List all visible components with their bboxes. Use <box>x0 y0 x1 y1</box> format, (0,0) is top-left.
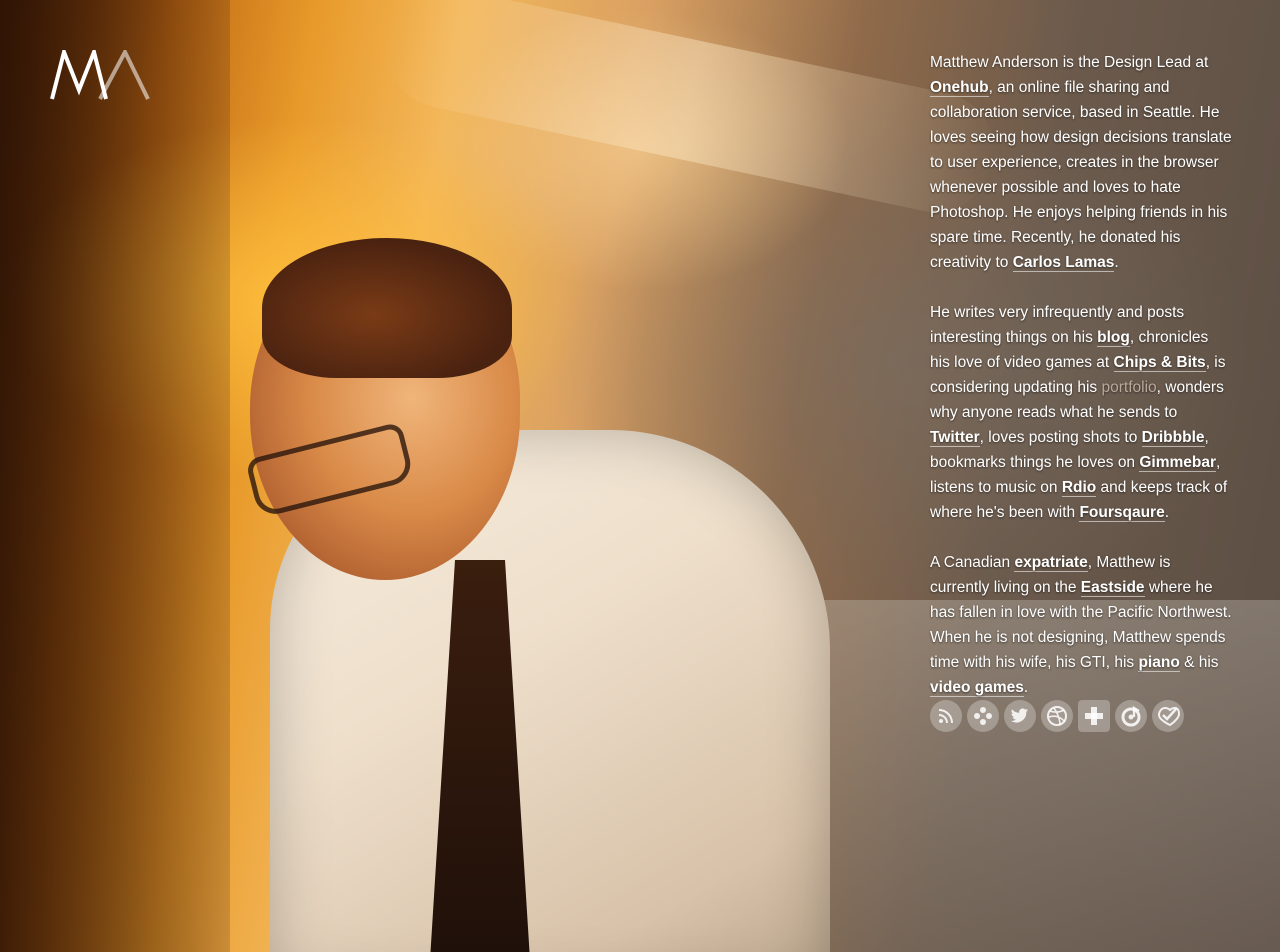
link-video-games[interactable]: video games <box>930 679 1024 697</box>
link-rdio[interactable]: Rdio <box>1061 479 1097 497</box>
link-onehub[interactable]: Onehub <box>930 79 989 97</box>
link-chips-bits[interactable]: Chips & Bits <box>1113 354 1206 372</box>
bio-text: Matthew Anderson is the Design Lead at <box>930 54 1209 71</box>
link-dribbble[interactable]: Dribbble <box>1141 429 1205 447</box>
rdio-icon[interactable] <box>1115 700 1147 732</box>
link-expatriate[interactable]: expatriate <box>1014 554 1088 572</box>
link-carlos-lamas[interactable]: Carlos Lamas <box>1012 254 1115 272</box>
link-piano[interactable]: piano <box>1138 654 1180 672</box>
link-eastside[interactable]: Eastside <box>1080 579 1145 597</box>
ma-logo-icon <box>50 45 150 100</box>
link-foursquare[interactable]: Foursqaure <box>1079 504 1165 522</box>
bio-paragraph-online: He writes very infrequently and posts in… <box>930 300 1232 525</box>
photo-hair <box>262 238 512 378</box>
bio-text: . <box>1023 679 1029 696</box>
foursquare-icon[interactable] <box>1152 700 1184 732</box>
chips-bits-icon[interactable] <box>967 700 999 732</box>
bio-text: , loves posting shots to <box>979 429 1142 446</box>
gimmebar-icon[interactable] <box>1078 700 1110 732</box>
twitter-icon[interactable] <box>1004 700 1036 732</box>
site-logo[interactable] <box>50 45 150 100</box>
bio-text: . <box>1114 254 1119 271</box>
bio-text: . <box>1164 504 1170 521</box>
link-gimmebar[interactable]: Gimmebar <box>1139 454 1217 472</box>
photo-light-streak <box>374 0 1006 224</box>
bio: Matthew Anderson is the Design Lead at O… <box>930 50 1232 725</box>
link-portfolio[interactable]: portfolio <box>1101 379 1156 396</box>
photo-shadow-left <box>0 0 230 952</box>
bio-text: A Canadian <box>930 554 1015 571</box>
dribbble-icon[interactable] <box>1041 700 1073 732</box>
link-twitter[interactable]: Twitter <box>930 429 980 447</box>
social-links <box>930 700 1184 732</box>
bio-text: , an online file sharing and collaborati… <box>930 79 1232 271</box>
rss-icon[interactable] <box>930 700 962 732</box>
bio-text: & his <box>1179 654 1219 671</box>
link-blog[interactable]: blog <box>1097 329 1130 347</box>
bio-paragraph-work: Matthew Anderson is the Design Lead at O… <box>930 50 1232 275</box>
bio-paragraph-personal: A Canadian expatriate, Matthew is curren… <box>930 550 1232 700</box>
